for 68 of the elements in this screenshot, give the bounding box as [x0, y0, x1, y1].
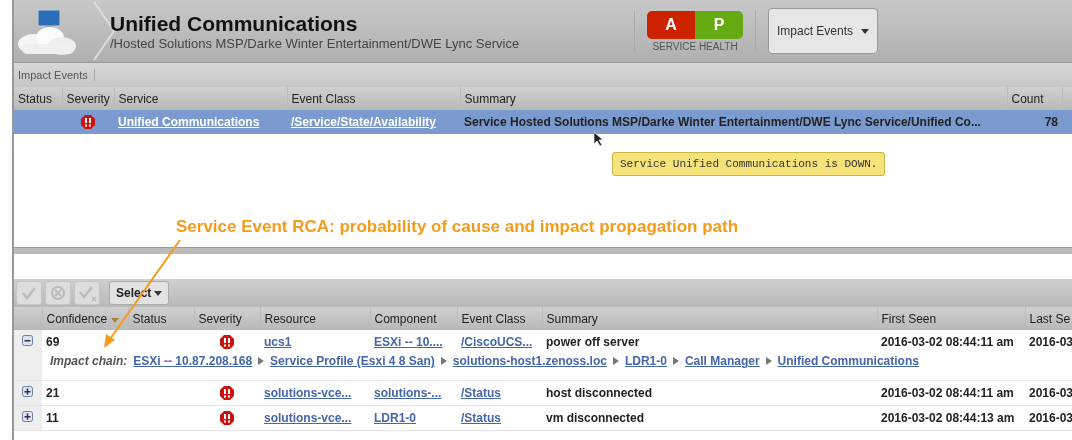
summary-text: vm disconnected — [546, 411, 645, 425]
confidence-value: 21 — [46, 386, 60, 400]
component-link[interactable]: ESXi -- 10.... — [374, 335, 443, 349]
health-indicator: P — [695, 10, 743, 39]
impact-chain-label: Impact chain: — [50, 354, 128, 368]
last-seen-time: 2016-03 — [1029, 411, 1072, 425]
resource-link[interactable]: solutions-vce... — [264, 386, 352, 400]
summary-text: Service Hosted Solutions MSP/Darke Winter Entertainment/DWE Lync Service/Unified Co... — [464, 115, 981, 129]
event-class-link[interactable]: /Status — [461, 411, 501, 425]
triangle-icon — [612, 357, 619, 365]
caret-icon — [154, 290, 163, 296]
expand-icon[interactable] — [22, 411, 33, 422]
collapse-icon[interactable] — [22, 335, 33, 346]
column-header[interactable]: Last Se — [1025, 307, 1072, 330]
first-seen-time: 2016-03-02 08:44:11 am — [881, 386, 1014, 400]
column-header[interactable]: Count — [1007, 87, 1062, 110]
tooltip: Service Unified Communications is DOWN. — [612, 152, 886, 176]
chain-link[interactable]: Call Manager — [684, 354, 760, 368]
chain-link[interactable]: solutions-host1.zenoss.loc — [452, 354, 607, 368]
column-header[interactable]: Summary — [542, 307, 877, 330]
column-header[interactable]: Summary — [460, 87, 1007, 110]
expand-icon[interactable] — [22, 386, 33, 397]
column-header[interactable]: Service — [114, 87, 287, 110]
column-header[interactable]: Confidence — [42, 307, 128, 330]
event-class-link[interactable]: /Status — [461, 386, 501, 400]
confidence-value: 69 — [46, 335, 60, 349]
chain-link[interactable]: LDR1-0 — [624, 354, 667, 368]
column-header[interactable]: Component — [370, 307, 457, 330]
close-icon — [45, 281, 71, 305]
first-seen-time: 2016-03-02 08:44:13 am — [881, 411, 1015, 425]
impact-events-button[interactable]: Impact Events — [768, 8, 878, 54]
column-header[interactable]: Event Class — [457, 307, 542, 330]
triangle-icon — [258, 357, 265, 365]
column-header[interactable]: Event Class — [287, 87, 460, 110]
component-link[interactable]: LDR1-0 — [374, 411, 416, 425]
check-icon — [16, 281, 42, 305]
column-header[interactable]: Status — [14, 87, 62, 110]
chain-link[interactable]: Unified Communications — [777, 354, 919, 368]
summary-text: power off server — [546, 335, 640, 349]
health-indicator: A — [647, 10, 695, 39]
triangle-icon — [440, 357, 447, 365]
column-header[interactable]: Severity — [62, 87, 114, 110]
triangle-icon — [765, 357, 772, 365]
first-seen-time: 2016-03-02 08:44:11 am — [881, 335, 1014, 349]
check-icon — [74, 281, 100, 305]
component-link[interactable]: solutions-... — [374, 386, 442, 400]
confidence-value: 11 — [46, 411, 59, 425]
column-header[interactable]: Resource — [260, 307, 370, 330]
column-header[interactable]: Status — [128, 307, 194, 330]
chain-link[interactable]: Service Profile (Esxi 4 8 San) — [270, 354, 435, 368]
chain-link[interactable]: ESXi -- 10.87.208.168 — [133, 354, 253, 368]
resource-link[interactable]: solutions-vce... — [264, 411, 352, 425]
triangle-icon — [672, 357, 679, 365]
resource-link[interactable]: ucs1 — [264, 335, 292, 349]
column-header[interactable]: First Seen — [877, 307, 1025, 330]
page-title: Unified Communications — [110, 11, 359, 36]
toolbar-label: Impact Events — [18, 69, 95, 81]
column-header[interactable]: Severity — [194, 307, 260, 330]
caret-icon — [861, 28, 869, 34]
health-label: SERVICE HEALTH — [652, 40, 738, 52]
last-seen-time: 2016-03 — [1029, 386, 1072, 400]
event-class-link[interactable]: /CiscoUCS... — [461, 335, 533, 349]
annotation-text: Service Event RCA: probability of cause and impact propagation path — [176, 217, 739, 237]
summary-text: host disconnected — [546, 386, 652, 400]
last-seen-time: 2016-03 — [1029, 335, 1072, 349]
count-text: 78 — [1044, 115, 1058, 129]
breadcrumb-path: /Hosted Solutions MSP/Darke Winter Entertainment/DWE Lync Service — [110, 35, 521, 51]
cursor-icon — [594, 132, 604, 146]
